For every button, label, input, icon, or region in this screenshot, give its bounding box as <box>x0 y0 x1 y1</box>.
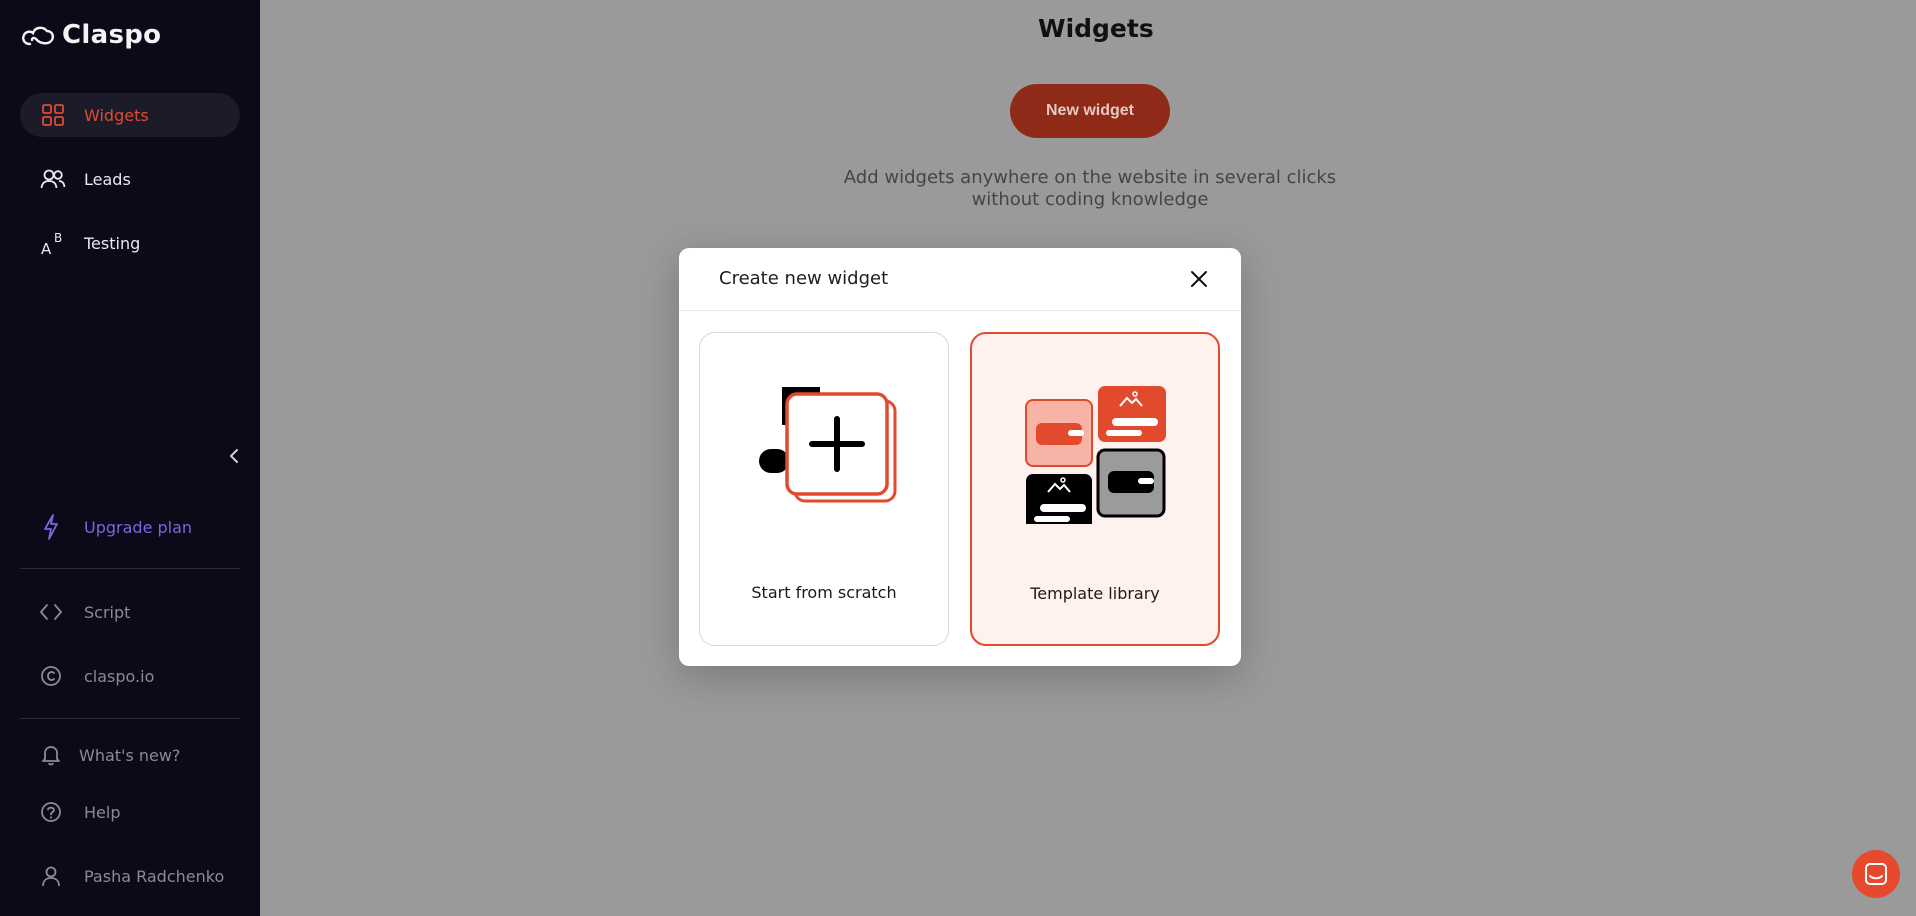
chat-icon <box>1865 863 1887 885</box>
sidebar-item-testing[interactable]: A B Testing <box>20 221 240 265</box>
help-icon <box>38 799 64 825</box>
help-label: Help <box>84 802 121 822</box>
create-widget-modal: Create new widget Start from scratch Tem… <box>679 248 1241 666</box>
template-illustration <box>972 364 1218 534</box>
sidebar: Claspo Widgets Leads A B Testing Upgrade… <box>0 0 260 916</box>
support-chat-button[interactable] <box>1852 850 1900 898</box>
description-line: Add widgets anywhere on the website in s… <box>843 167 1337 188</box>
modal-header: Create new widget <box>679 248 1241 311</box>
cloud-logo-icon <box>22 26 55 46</box>
template-library-card[interactable]: Template library <box>970 332 1220 646</box>
code-icon <box>38 599 64 625</box>
sidebar-divider <box>20 568 240 569</box>
whats-new-label: What's new? <box>79 745 181 765</box>
sidebar-item-label: Testing <box>84 233 141 253</box>
start-from-scratch-card[interactable]: Start from scratch <box>699 332 949 646</box>
card-label: Start from scratch <box>751 583 897 602</box>
lightning-icon <box>38 514 64 540</box>
logo-text: Claspo <box>62 20 162 50</box>
svg-text:B: B <box>54 231 62 245</box>
user-icon <box>38 863 64 889</box>
scratch-illustration <box>700 363 948 533</box>
sidebar-item-leads[interactable]: Leads <box>20 157 240 201</box>
new-widget-button[interactable]: New widget <box>1010 84 1170 138</box>
bell-icon <box>38 742 64 768</box>
user-profile-link[interactable]: Pasha Radchenko <box>38 863 224 889</box>
claspo-site-label: claspo.io <box>84 666 155 686</box>
collapse-sidebar-button[interactable] <box>224 446 244 466</box>
blank-canvas-icon <box>759 387 897 503</box>
close-modal-button[interactable] <box>1187 267 1211 291</box>
upgrade-plan-label: Upgrade plan <box>84 517 193 537</box>
script-link[interactable]: Script <box>38 599 130 625</box>
svg-text:A: A <box>41 240 52 256</box>
description-line: without coding knowledge <box>971 189 1209 210</box>
sidebar-item-label: Widgets <box>84 105 149 125</box>
claspo-site-link[interactable]: claspo.io <box>38 663 154 689</box>
sidebar-item-label: Leads <box>84 169 131 189</box>
help-link[interactable]: Help <box>38 799 120 825</box>
modal-title: Create new widget <box>719 268 889 289</box>
page-description: Add widgets anywhere on the website in s… <box>810 167 1370 211</box>
close-icon <box>1191 271 1207 287</box>
script-label: Script <box>84 602 131 622</box>
sidebar-divider <box>20 718 240 719</box>
whats-new-link[interactable]: What's new? <box>38 742 180 768</box>
page-title: Widgets <box>1038 14 1154 43</box>
chevron-left-icon <box>229 449 238 463</box>
user-name: Pasha Radchenko <box>84 866 225 886</box>
upgrade-plan-link[interactable]: Upgrade plan <box>38 514 192 540</box>
templates-grid-icon <box>1025 386 1166 524</box>
ab-test-icon: A B <box>40 230 66 256</box>
sidebar-item-widgets[interactable]: Widgets <box>20 93 240 137</box>
grid-icon <box>40 102 66 128</box>
claspo-logo[interactable]: Claspo <box>20 20 161 50</box>
users-icon <box>40 166 66 192</box>
copyright-icon <box>38 663 64 689</box>
card-label: Template library <box>1030 584 1160 603</box>
